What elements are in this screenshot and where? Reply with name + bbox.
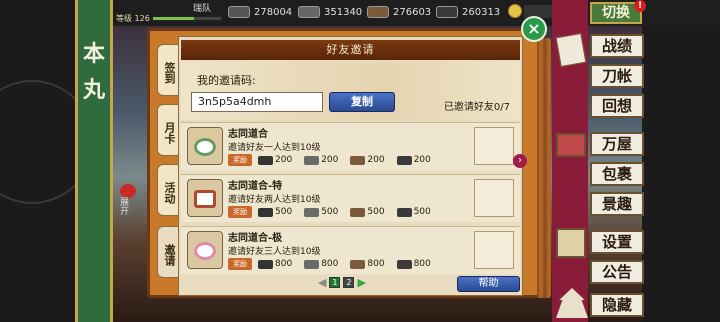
dango-icon bbox=[187, 231, 223, 269]
task-status-slot[interactable] bbox=[474, 179, 514, 217]
cooling-material-icon bbox=[350, 155, 366, 165]
whetstone-icon bbox=[396, 155, 412, 165]
tab-events[interactable]: 活动 bbox=[157, 164, 179, 216]
cooling-material-icon bbox=[350, 207, 366, 217]
menu-scenery[interactable]: 景趣 bbox=[590, 192, 644, 216]
menu-record[interactable]: 战绩 bbox=[590, 34, 644, 58]
task-row: 志同道合-特 邀请好友两人达到10级 奖励 500 500 500 500 bbox=[181, 174, 520, 222]
invited-status: 已邀请好友0/7 bbox=[443, 102, 510, 113]
charcoal-icon bbox=[228, 6, 250, 18]
resource-steel: 351340 bbox=[298, 4, 362, 20]
right-decor bbox=[642, 0, 720, 322]
reward-label: 奖励 bbox=[228, 258, 252, 270]
cooling-material-icon bbox=[367, 6, 389, 18]
resource-charcoal: 278004 bbox=[228, 4, 292, 20]
coin-icon bbox=[508, 4, 522, 18]
task-desc: 邀请好友两人达到10级 bbox=[228, 195, 321, 205]
steel-icon bbox=[298, 6, 320, 18]
menu-shop[interactable]: 万屋 bbox=[590, 132, 644, 156]
resource-cooling: 276603 bbox=[367, 4, 431, 20]
whetstone-icon bbox=[396, 259, 412, 269]
task-row: 志同道合-极 邀请好友三人达到10级 奖励 800 800 800 800 bbox=[181, 226, 520, 274]
next-page-icon[interactable]: ▶ bbox=[357, 276, 365, 289]
ema-plaque-icon bbox=[187, 179, 223, 217]
whetstone-icon bbox=[396, 207, 412, 217]
invite-code-section: 我的邀请码: 3n5p5a4dmh 复制 已邀请好友0/7 bbox=[181, 62, 520, 120]
menu-notice[interactable]: 公告 bbox=[590, 260, 644, 284]
notice-board-icon[interactable] bbox=[556, 228, 586, 258]
task-rewards: 奖励 500 500 500 500 bbox=[228, 206, 439, 218]
tab-monthly-card[interactable]: 月卡 bbox=[157, 104, 179, 156]
invite-code-label: 我的邀请码: bbox=[197, 74, 256, 87]
banner-char: 丸 bbox=[82, 77, 105, 103]
task-rewards: 奖励 800 800 800 800 bbox=[228, 258, 439, 270]
page-2[interactable]: 2 bbox=[343, 277, 355, 288]
shop-curtain-icon[interactable] bbox=[556, 133, 586, 157]
menu-hide[interactable]: 隐藏 bbox=[590, 293, 644, 317]
scroll-icon[interactable] bbox=[555, 32, 587, 68]
task-status-slot[interactable] bbox=[474, 127, 514, 165]
cooling-material-icon bbox=[350, 259, 366, 269]
task-rewards: 奖励 200 200 200 200 bbox=[228, 154, 439, 166]
chevron-right-icon[interactable]: › bbox=[513, 154, 527, 168]
charcoal-icon bbox=[258, 155, 273, 165]
invite-code-field[interactable]: 3n5p5a4dmh bbox=[191, 92, 323, 112]
mail-icon[interactable] bbox=[120, 184, 136, 198]
reward-label: 奖励 bbox=[228, 154, 252, 166]
pagination: ◀ 1 2 ▶ bbox=[318, 276, 366, 289]
menu-bag[interactable]: 包裹 bbox=[590, 162, 644, 186]
task-name: 志同道合-特 bbox=[228, 181, 283, 192]
level-progress-bar bbox=[152, 16, 222, 21]
copy-button[interactable]: 复制 bbox=[329, 92, 395, 112]
team-label: 瑞队 bbox=[193, 4, 212, 14]
level-label: 等级 126 bbox=[116, 14, 150, 23]
menu-sword-book[interactable]: 刀帐 bbox=[590, 64, 644, 88]
menu-settings[interactable]: 设置 bbox=[590, 230, 644, 254]
whetstone-icon bbox=[436, 6, 458, 18]
reward-label: 奖励 bbox=[228, 206, 252, 218]
menu-recollection[interactable]: 回想 bbox=[590, 94, 644, 118]
dialog-wood-edge bbox=[537, 38, 551, 298]
task-name: 志同道合 bbox=[228, 129, 268, 140]
steel-icon bbox=[304, 155, 320, 165]
task-desc: 邀请好友三人达到10级 bbox=[228, 247, 321, 257]
page-1[interactable]: 1 bbox=[329, 277, 341, 288]
expand-label[interactable]: 展开 bbox=[117, 197, 130, 215]
banner-char: 本 bbox=[82, 41, 105, 67]
charcoal-icon bbox=[258, 259, 273, 269]
honmaru-banner[interactable]: 本 丸 bbox=[75, 0, 113, 322]
task-desc: 邀请好友一人达到10级 bbox=[228, 143, 321, 153]
task-name: 志同道合-极 bbox=[228, 233, 283, 244]
help-button[interactable]: 帮助 bbox=[457, 276, 520, 292]
left-decor bbox=[0, 0, 94, 322]
tab-sign-in[interactable]: 签到 bbox=[157, 44, 179, 96]
steel-icon bbox=[304, 207, 320, 217]
alert-badge: ! bbox=[634, 0, 646, 12]
dango-icon bbox=[187, 127, 223, 165]
dialog-title: 好友邀请 bbox=[181, 40, 520, 60]
charcoal-icon bbox=[258, 207, 273, 217]
steel-icon bbox=[304, 259, 320, 269]
prev-page-icon[interactable]: ◀ bbox=[318, 276, 326, 289]
tab-invite[interactable]: 邀请 bbox=[157, 226, 179, 278]
task-status-slot[interactable] bbox=[474, 231, 514, 269]
task-row: 志同道合 邀请好友一人达到10级 奖励 200 200 200 200 bbox=[181, 122, 520, 170]
close-icon[interactable]: × bbox=[521, 16, 547, 42]
resource-whetstone: 260313 bbox=[436, 4, 500, 20]
